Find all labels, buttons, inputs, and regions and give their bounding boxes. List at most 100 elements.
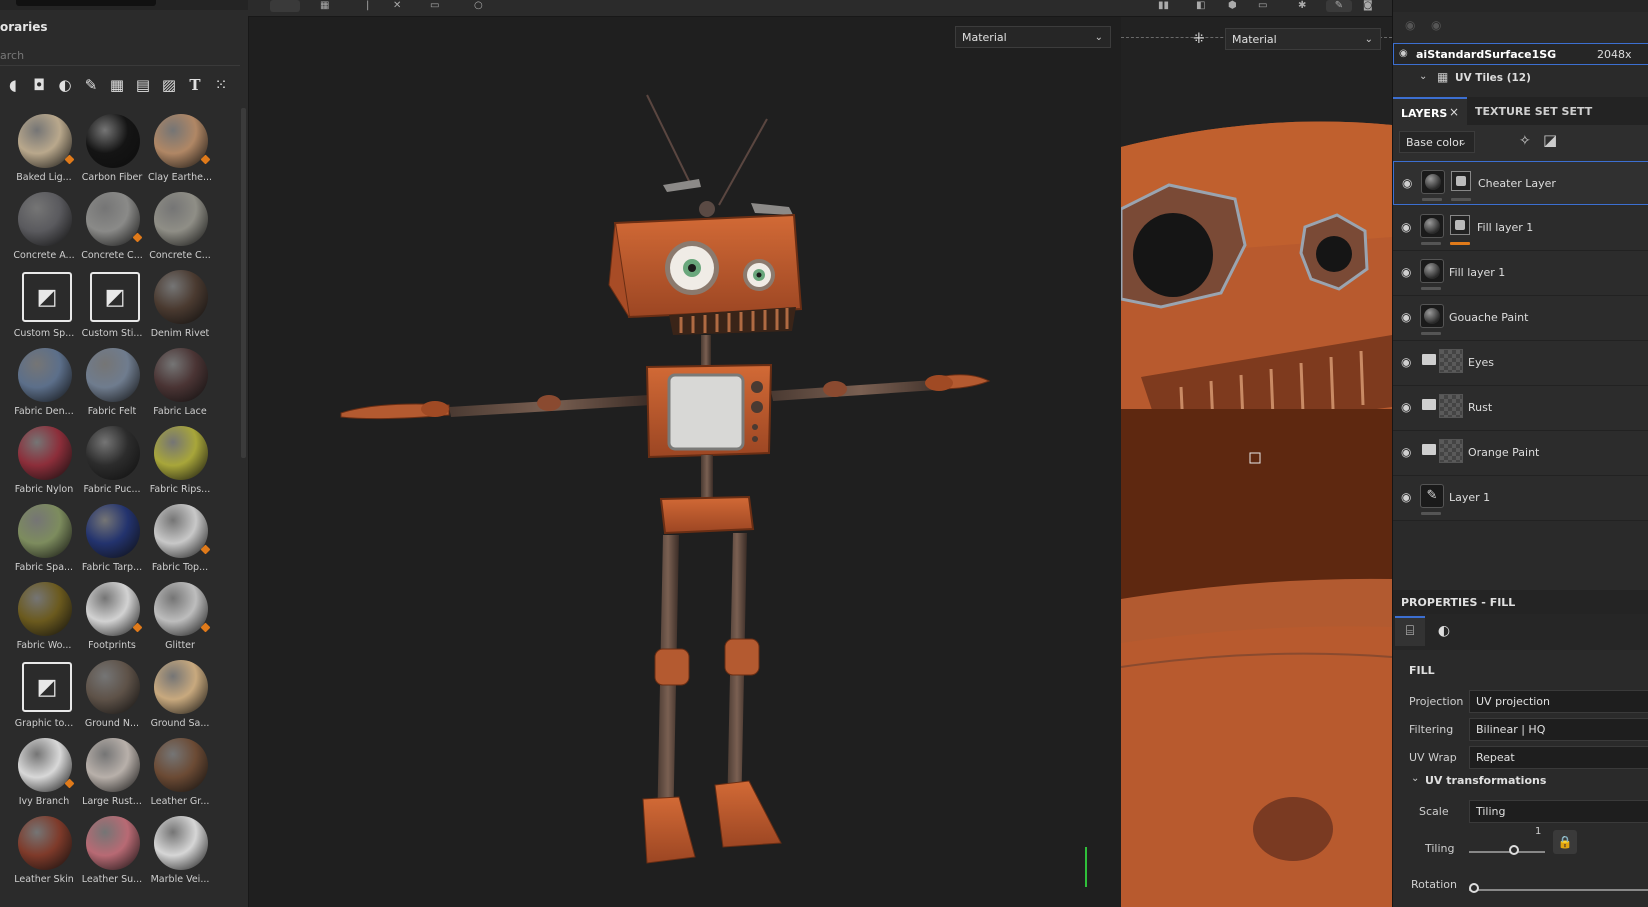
cube-icon[interactable]: ⬢ [1228,0,1237,12]
shelf-item[interactable]: Fabric Puc... [78,424,146,502]
tab-layers[interactable]: LAYERS × [1393,97,1467,125]
layer-row[interactable]: ◉ Orange Paint [1393,431,1648,476]
channel-select[interactable]: Base color ⌄ [1399,131,1475,153]
circle-tool-icon[interactable]: ○ [474,0,483,12]
shelf-item-thumbnail: ◩ [90,272,140,322]
shelf-item[interactable]: Marble Vei... [146,814,214,892]
mask-icon[interactable] [1450,215,1470,235]
shelf-item[interactable]: Leather Su... [78,814,146,892]
grid-tool-icon[interactable]: ▦ [320,0,329,12]
shelf-item[interactable]: Clay Earthe... [146,112,214,190]
texture-set-row[interactable]: ◉ aiStandardSurface1SG 2048x [1393,43,1648,65]
magic-wand-icon[interactable]: ✧ [1519,133,1531,149]
shelf-item[interactable]: Fabric Spa... [10,502,78,580]
shelf-item[interactable]: Ground Sa... [146,658,214,736]
tiling-slider-track[interactable] [1469,851,1545,853]
eye-icon[interactable]: ◉ [1405,18,1415,32]
shelf-item[interactable]: Fabric Lace [146,346,214,424]
layer-row[interactable]: ◉ ✎ Layer 1 [1393,476,1648,521]
shelf-item-label: Glitter [165,640,195,651]
eye-icon[interactable]: ◉ [1401,310,1411,324]
layer-row[interactable]: ◉ Eyes [1393,341,1648,386]
shelf-item[interactable]: Fabric Tarp... [78,502,146,580]
paint-mode-icon[interactable]: ✎ [1326,0,1352,12]
shelf-item[interactable]: Baked Lig... [10,112,78,190]
lock-icon[interactable]: 🔒 [1553,830,1577,854]
frame-tool-icon[interactable]: ▭ [430,0,439,12]
shelf-scrollbar[interactable] [241,108,246,458]
material-icon[interactable]: ◐ [1429,616,1459,646]
transform-tool-icon[interactable]: ✕ [393,0,401,12]
pause-icon[interactable]: ▮▮ [1158,0,1169,12]
shelf-item[interactable]: Fabric Felt [78,346,146,424]
fill-settings-icon[interactable]: ⌸ [1395,616,1425,646]
eye-icon[interactable]: ◉ [1401,490,1411,504]
new-badge-icon [200,622,211,633]
line-tool-icon[interactable]: | [366,0,369,12]
layer-row[interactable]: ◉ Fill layer 1 [1393,251,1648,296]
eye-icon[interactable]: ◉ [1401,445,1411,459]
eye-icon[interactable]: ◉ [1401,355,1411,369]
shelf-item[interactable]: Ivy Branch [10,736,78,814]
shelf-item[interactable]: ◩ Custom Sti... [78,268,146,346]
shelf-item[interactable]: Glitter [146,580,214,658]
shelf-item-label: Concrete A... [13,250,75,261]
screenshot-icon[interactable]: ◙ [1363,0,1373,12]
layer-row[interactable]: ◉ Cheater Layer [1393,161,1648,205]
projection-row: Projection UV projection [1393,689,1648,715]
mask-indicator [1451,198,1471,201]
viewport-3d[interactable]: Material ⌄ [249,17,1121,907]
shelf-item[interactable]: Concrete A... [10,190,78,268]
rotation-slider-track[interactable] [1469,889,1648,891]
tab-texture-set-settings[interactable]: TEXTURE SET SETT [1469,97,1648,125]
layer-row[interactable]: ◉ Fill layer 1 [1393,206,1648,251]
select-tool-icon[interactable] [270,0,300,12]
tiling-slider-handle[interactable] [1509,845,1519,855]
projection-select[interactable]: UV projection [1469,690,1648,713]
shelf-item[interactable]: Leather Gr... [146,736,214,814]
display-icon[interactable]: ▭ [1258,0,1267,12]
shelf-item-label: Fabric Felt [87,406,137,417]
shelf-item[interactable]: Ground N... [78,658,146,736]
uv-tiles-row[interactable]: ⌄ ▦ UV Tiles (12) [1393,67,1648,89]
eye-icon[interactable]: ◉ [1401,400,1411,414]
add-mask-icon[interactable]: ◪ [1543,131,1557,149]
shelf-item[interactable]: Fabric Top... [146,502,214,580]
layer-row[interactable]: ◉ Gouache Paint [1393,296,1648,341]
shelf-item[interactable]: Concrete C... [146,190,214,268]
shelf-item[interactable]: ◩ Graphic to... [10,658,78,736]
filtering-select[interactable]: Bilinear | HQ [1469,718,1648,741]
shelf-item[interactable]: Fabric Den... [10,346,78,424]
uv-transformations-title[interactable]: UV transformations [1425,774,1546,787]
chevron-down-icon[interactable]: ⌄ [1419,71,1427,82]
shelf-item[interactable]: ◩ Custom Sp... [10,268,78,346]
shelf-item[interactable]: Carbon Fiber [78,112,146,190]
eye-icon[interactable]: ◉ [1401,220,1411,234]
shelf-item[interactable]: Concrete C... [78,190,146,268]
scale-select[interactable]: Tiling [1469,800,1648,823]
chevron-down-icon[interactable]: ⌄ [1411,773,1419,784]
close-icon[interactable]: × [1449,105,1459,119]
shelf-item[interactable]: Fabric Rips... [146,424,214,502]
shelf-item[interactable]: Denim Rivet [146,268,214,346]
shelf-item[interactable]: Fabric Nylon [10,424,78,502]
rotation-slider-handle[interactable] [1469,883,1479,893]
shelf-item-label: Leather Skin [14,874,74,885]
layer-indicator [1421,242,1441,245]
mask-icon[interactable] [1451,171,1471,191]
eye-icon[interactable]: ◉ [1402,176,1412,190]
light-icon[interactable]: ✱ [1298,0,1306,12]
shelf-item[interactable]: Leather Skin [10,814,78,892]
shelf-item[interactable]: Fabric Wo... [10,580,78,658]
eye-icon[interactable]: ◉ [1431,18,1441,32]
layer-indicator [1421,287,1441,290]
viewport-2d[interactable]: ⁜ Material ⌄ [1121,17,1392,907]
eye-icon[interactable]: ◉ [1399,48,1408,59]
shelf-item[interactable]: Large Rust... [78,736,146,814]
uv-wrap-select[interactable]: Repeat [1469,746,1648,769]
camera-icon[interactable]: ◧ [1196,0,1205,12]
eye-icon[interactable]: ◉ [1401,265,1411,279]
shelf-item[interactable]: Footprints [78,580,146,658]
chevron-down-icon: ⌄ [1458,137,1467,148]
layer-row[interactable]: ◉ Rust [1393,386,1648,431]
